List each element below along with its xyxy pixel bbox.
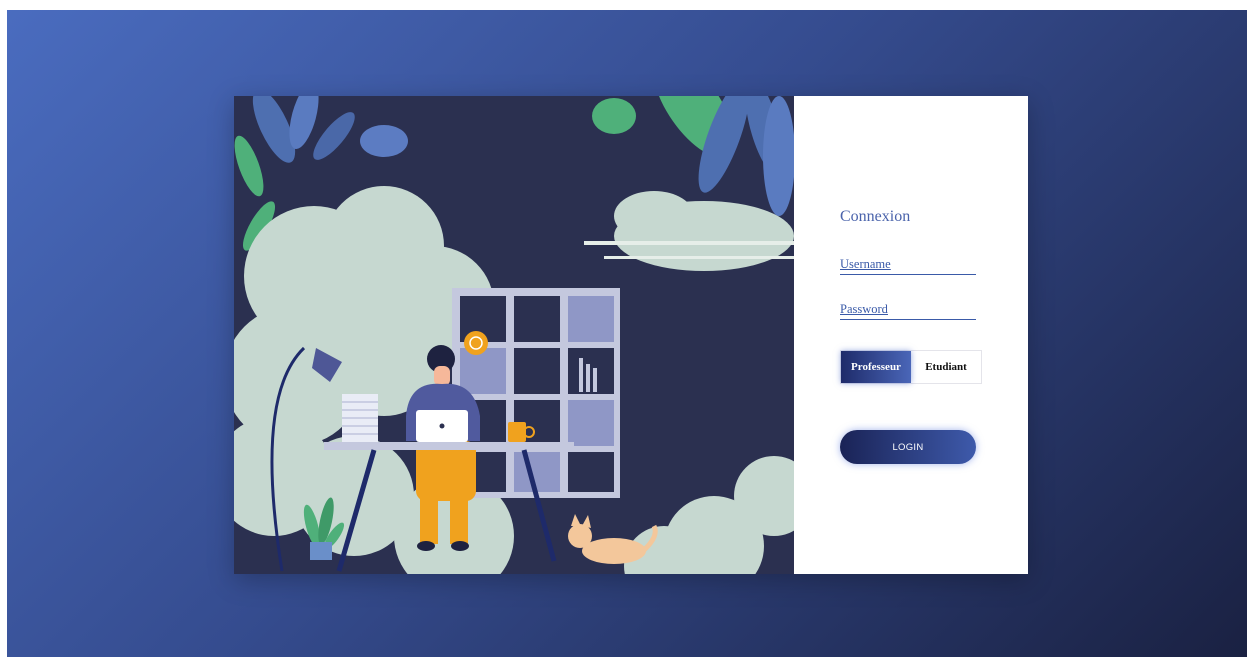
leaves-top-right xyxy=(592,96,794,216)
paper-stack xyxy=(342,394,378,442)
chat-bubble-icon xyxy=(464,331,488,355)
login-button[interactable]: LOGIN xyxy=(840,430,976,464)
bookshelf xyxy=(452,288,620,498)
laptop-icon xyxy=(416,410,468,442)
role-professeur-button[interactable]: Professeur xyxy=(841,351,911,383)
illustration-svg xyxy=(234,96,794,574)
page-background: Connexion Professeur Etudiant LOGIN xyxy=(7,10,1247,657)
form-title: Connexion xyxy=(840,208,911,225)
password-field xyxy=(840,299,976,320)
login-form-panel: Connexion Professeur Etudiant LOGIN xyxy=(794,96,1028,574)
login-card: Connexion Professeur Etudiant LOGIN xyxy=(234,96,1028,574)
username-input[interactable] xyxy=(840,254,976,274)
username-field xyxy=(840,254,976,275)
cloud-bottom-right xyxy=(624,456,794,574)
cloud-top-right xyxy=(584,191,794,271)
workspace-illustration xyxy=(234,96,794,574)
password-input[interactable] xyxy=(840,299,976,319)
role-toggle: Professeur Etudiant xyxy=(840,350,982,384)
role-etudiant-button[interactable]: Etudiant xyxy=(911,351,981,383)
